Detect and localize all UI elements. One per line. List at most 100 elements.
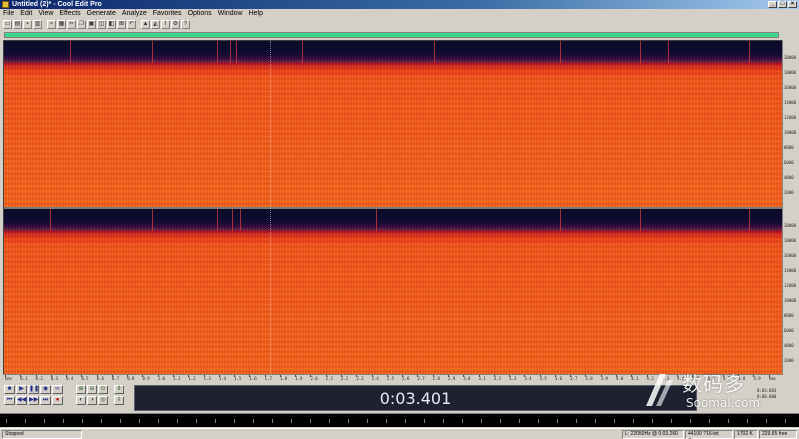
time-tick: 1.0 [157, 375, 165, 381]
status-free: 229.65 free [759, 430, 797, 439]
menu-file[interactable]: File [3, 9, 14, 18]
menu-help[interactable]: Help [249, 9, 263, 18]
spectral-streak [232, 209, 233, 231]
time-tick: 4.5 [692, 375, 700, 381]
normalize-icon[interactable]: ◭ [151, 19, 160, 29]
time-tick: 2.4 [371, 375, 379, 381]
amplify-icon[interactable]: ▲ [141, 19, 150, 29]
playback-cursor[interactable] [270, 41, 271, 375]
paste-icon[interactable]: ▣ [87, 19, 96, 29]
time-tick: 0.1 [20, 375, 28, 381]
zoom-vertical-in-icon[interactable]: ⇕ [114, 385, 124, 394]
stop-icon[interactable]: ■ [4, 385, 15, 394]
freq-tick: 8000 [784, 313, 794, 318]
time-tick: 1.9 [295, 375, 303, 381]
spectrogram-texture [4, 209, 783, 375]
zoom-left-icon[interactable]: ◐ [76, 396, 86, 405]
filter-icon[interactable]: ⌇ [161, 19, 170, 29]
spectrogram-high-band [4, 41, 783, 59]
maximize-button[interactable]: □ [778, 1, 787, 8]
delete-icon[interactable]: ⊠ [117, 19, 126, 29]
freq-tick: 10000 [784, 298, 797, 303]
time-tick: 0.3 [50, 375, 59, 381]
spectral-display[interactable] [3, 40, 783, 375]
menu-generate[interactable]: Generate [87, 9, 116, 18]
watermark-site: Soomal.com [686, 396, 761, 410]
freq-tick: 6000 [784, 328, 794, 333]
transport-panel: ■ ▶ ❚❚ ◉ ∞ ⏮ ◀◀ ▶▶ ⏭ ● [4, 385, 68, 411]
close-button[interactable]: × [788, 1, 797, 8]
spectral-streak [376, 209, 377, 231]
waveform-view-icon[interactable]: ≈ [47, 19, 56, 29]
copy-icon[interactable]: ❐ [77, 19, 86, 29]
spectrogram-texture [4, 41, 783, 207]
menu-window[interactable]: Window [218, 9, 243, 18]
loop-icon[interactable]: ∞ [52, 385, 63, 394]
folder-icon[interactable]: ▥ [33, 19, 42, 29]
zoom-vertical-out-icon[interactable]: ⇳ [114, 396, 124, 405]
trim-icon[interactable]: ◧ [107, 19, 116, 29]
mix-paste-icon[interactable]: ◫ [97, 19, 106, 29]
zoom-full-icon[interactable]: ⊙ [98, 385, 108, 394]
fast-forward-icon[interactable]: ▶▶ [28, 396, 39, 405]
record-icon[interactable]: ● [52, 396, 63, 405]
undo-icon[interactable]: ↶ [127, 19, 136, 29]
overview-visible-range[interactable] [5, 33, 778, 37]
cut-icon[interactable]: ✂ [67, 19, 76, 29]
help-icon[interactable]: ? [181, 19, 190, 29]
zoom-in-icon[interactable]: ⊕ [76, 385, 86, 394]
time-tick: 3.9 [600, 375, 608, 381]
save-icon[interactable]: ▪ [23, 19, 32, 29]
minimize-button[interactable]: _ [768, 1, 777, 8]
spectral-view-icon[interactable]: ▦ [57, 19, 66, 29]
time-tick: 1.7 [264, 375, 272, 381]
overview-bar[interactable] [4, 32, 779, 38]
time-display: 0:03.401 [134, 385, 697, 411]
zoom-right-icon[interactable]: ◑ [87, 396, 97, 405]
channel-right[interactable] [4, 209, 783, 375]
menu-effects[interactable]: Effects [59, 9, 80, 18]
spectrogram-high-band [4, 209, 783, 227]
freq-tick: 20000 [784, 55, 797, 60]
zoom-selection-icon[interactable]: ◎ [98, 396, 108, 405]
time-tick: 3.2 [493, 375, 502, 381]
go-to-start-icon[interactable]: ⏮ [4, 396, 15, 405]
selection-end[interactable]: 0:00.000 [757, 394, 797, 400]
time-tick: 4.8 [738, 375, 746, 381]
time-tick: 2.6 [402, 375, 410, 381]
freq-tick: 4000 [784, 175, 794, 180]
time-tick: 1.6 [249, 375, 257, 381]
menu-view[interactable]: View [38, 9, 53, 18]
open-file-icon[interactable]: ▤ [13, 19, 22, 29]
time-tick: 0.5 [81, 375, 89, 381]
menu-options[interactable]: Options [188, 9, 212, 18]
time-tick: 0.9 [142, 375, 150, 381]
freq-tick: 16000 [784, 85, 797, 90]
menu-analyze[interactable]: Analyze [122, 9, 147, 18]
time-tick: 3.0 [463, 375, 471, 381]
menu-favorites[interactable]: Favorites [153, 9, 182, 18]
status-format: 44100 ?16-bit Stereo [685, 430, 733, 439]
freq-tick: 14000 [784, 100, 797, 105]
play-icon[interactable]: ▶ [16, 385, 27, 394]
zoom-out-icon[interactable]: ⊖ [87, 385, 97, 394]
spectral-streak [560, 209, 561, 231]
window-titlebar[interactable]: Untitled (2)* - Cool Edit Pro _ □ × [0, 0, 799, 9]
pause-icon[interactable]: ❚❚ [28, 385, 39, 394]
go-to-end-icon[interactable]: ⏭ [40, 396, 51, 405]
level-meter-scale [6, 419, 793, 423]
settings-icon[interactable]: ⚙ [171, 19, 180, 29]
play-to-end-icon[interactable]: ◉ [40, 385, 51, 394]
new-file-icon[interactable]: ▭ [3, 19, 12, 29]
menu-edit[interactable]: Edit [20, 9, 32, 18]
spectral-streak [668, 41, 669, 63]
time-tick: 4.3 [661, 375, 670, 381]
time-ruler[interactable]: hms 0.1 0.2 0.3 0.4 0.5 0.6 0.7 0.8 0.9 1.0 1.1 1.2 1… [3, 374, 782, 382]
status-bar: Stopped L: 22050Hz @ 0:03.260 44100 ?16-… [0, 428, 799, 439]
spectral-streak [749, 41, 750, 63]
spectral-streak [434, 41, 435, 63]
rewind-icon[interactable]: ◀◀ [16, 396, 27, 405]
channel-left[interactable] [4, 41, 783, 207]
freq-tick: 4000 [784, 343, 794, 348]
freq-tick: 8000 [784, 145, 794, 150]
